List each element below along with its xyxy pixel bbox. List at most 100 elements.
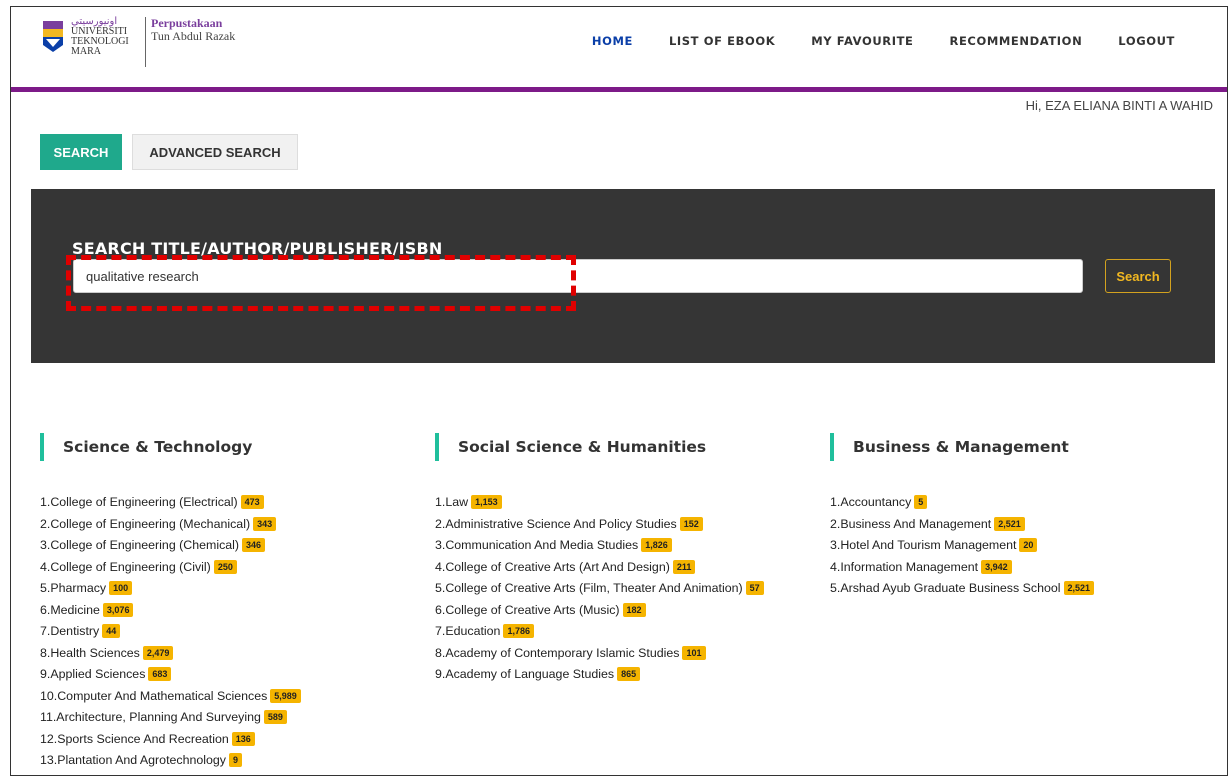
count-badge: 44 [102,624,121,638]
count-badge: 2,521 [1063,581,1095,595]
nav-logout[interactable]: LOGOUT [1118,34,1175,48]
item-label: 4.Information Management [830,559,979,574]
item-label: 12.Sports Science And Recreation [40,731,229,746]
search-label: SEARCH TITLE/AUTHOR/PUBLISHER/ISBN [72,239,443,258]
tab-search[interactable]: SEARCH [40,134,122,170]
list-item[interactable]: 1.Law 1,153 [435,492,820,514]
item-label: 1.Law [435,495,469,509]
category-business-management: Business & Management 1.Accountancy 5 2.B… [830,432,1215,600]
list-item[interactable]: 1.Accountancy 5 [830,492,1215,514]
list-item[interactable]: 8.Health Sciences 2,479 [40,643,425,665]
list-item[interactable]: 2.Business And Management 2,521 [830,514,1215,536]
count-badge: 5,989 [270,688,301,703]
list-item[interactable]: 3.Communication And Media Studies 1,826 [435,535,820,557]
category-science-technology: Science & Technology 1.College of Engine… [40,432,425,772]
list-item[interactable]: 9.Applied Sciences 683 [40,664,425,686]
item-label: 8.Academy of Contemporary Islamic Studie… [435,645,680,660]
list-item[interactable]: 9.Academy of Language Studies 865 [435,664,820,686]
list-item[interactable]: 3.Hotel And Tourism Management 20 [830,535,1215,557]
search-button[interactable]: Search [1105,259,1171,293]
item-label: 3.Hotel And Tourism Management [830,538,1017,552]
count-badge: 3,076 [102,602,134,617]
item-label: 6.Medicine [40,602,100,617]
tab-advanced-search[interactable]: ADVANCED SEARCH [132,134,298,170]
count-badge: 683 [148,667,172,681]
list-item[interactable]: 12.Sports Science And Recreation 136 [40,729,425,751]
count-badge: 211 [672,559,696,574]
item-label: 2.College of Engineering (Mechanical) [40,516,251,531]
count-badge: 182 [622,602,646,617]
count-badge: 1,786 [503,624,534,638]
list-item[interactable]: 2.College of Engineering (Mechanical) 343 [40,514,425,536]
list-item[interactable]: 4.Information Management 3,942 [830,557,1215,579]
nav-list-of-ebook[interactable]: LIST OF EBOOK [669,34,775,48]
category-header: Business & Management [830,432,1215,462]
count-badge: 101 [682,645,706,660]
list-item[interactable]: 13.Plantation And Agrotechnology 9 [40,750,425,772]
category-title: Business & Management [853,438,1069,456]
search-panel: SEARCH TITLE/AUTHOR/PUBLISHER/ISBN Searc… [31,189,1215,363]
list-item[interactable]: 4.College of Engineering (Civil) 250 [40,557,425,579]
count-badge: 589 [263,710,287,724]
category-list: 1.Accountancy 5 2.Business And Management… [830,492,1215,600]
list-item[interactable]: 1.College of Engineering (Electrical) 473 [40,492,425,514]
item-label: 5.Pharmacy [40,581,107,595]
logo-lib-line2: Tun Abdul Razak [151,29,236,43]
category-title: Social Science & Humanities [458,438,707,456]
category-social-science-humanities: Social Science & Humanities 1.Law 1,153 2… [435,432,820,686]
count-badge: 5 [914,495,928,509]
count-badge: 250 [213,559,237,574]
category-accent-bar [40,433,44,461]
list-item[interactable]: 10.Computer And Mathematical Sciences 5,9… [40,686,425,708]
item-label: 5.Arshad Ayub Graduate Business School [830,581,1061,595]
header-accent-bar [11,87,1227,92]
site-logo[interactable]: ﺍﻭﻧﻴﻮﺭﺳﻴﺘﻲ UNIVERSITI TEKNOLOGI MARA Per… [41,17,261,67]
list-item[interactable]: 6.College of Creative Arts (Music) 182 [435,600,820,622]
item-label: 8.Health Sciences [40,645,140,660]
count-badge: 9 [229,753,243,767]
count-badge: 865 [617,667,641,681]
item-label: 6.College of Creative Arts (Music) [435,602,620,617]
page-frame: ﺍﻭﻧﻴﻮﺭﺳﻴﺘﻲ UNIVERSITI TEKNOLOGI MARA Per… [10,6,1228,776]
category-title: Science & Technology [63,438,253,456]
item-label: 10.Computer And Mathematical Sciences [40,688,268,703]
list-item[interactable]: 5.Pharmacy 100 [40,578,425,600]
item-label: 4.College of Creative Arts (Art And Desi… [435,559,670,574]
item-label: 9.Applied Sciences [40,667,146,681]
count-badge: 346 [242,538,266,552]
list-item[interactable]: 5.College of Creative Arts (Film, Theate… [435,578,820,600]
count-badge: 2,521 [994,516,1025,531]
item-label: 2.Business And Management [830,516,992,531]
main-nav: HOME LIST OF EBOOK MY FAVOURITE RECOMMEN… [592,34,1175,48]
nav-home[interactable]: HOME [592,34,633,48]
list-item[interactable]: 7.Education 1,786 [435,621,820,643]
user-greeting: Hi, EZA ELIANA BINTI A WAHID [1025,98,1213,113]
item-label: 1.College of Engineering (Electrical) [40,495,238,509]
list-item[interactable]: 6.Medicine 3,076 [40,600,425,622]
count-badge: 3,942 [981,559,1012,574]
list-item[interactable]: 7.Dentistry 44 [40,621,425,643]
count-badge: 136 [231,731,255,746]
list-item[interactable]: 2.Administrative Science And Policy Stud… [435,514,820,536]
list-item[interactable]: 3.College of Engineering (Chemical) 346 [40,535,425,557]
nav-recommendation[interactable]: RECOMMENDATION [950,34,1083,48]
uitm-crest-icon [43,21,63,52]
count-badge: 152 [679,516,703,531]
list-item[interactable]: 11.Architecture, Planning And Surveying 5… [40,707,425,729]
search-input[interactable] [73,259,1083,293]
list-item[interactable]: 4.College of Creative Arts (Art And Desi… [435,557,820,579]
list-item[interactable]: 5.Arshad Ayub Graduate Business School 2,… [830,578,1215,600]
count-badge: 1,826 [641,538,672,552]
category-accent-bar [435,433,439,461]
logo-uni-line3: MARA [71,46,102,57]
list-item[interactable]: 8.Academy of Contemporary Islamic Studie… [435,643,820,665]
site-header: ﺍﻭﻧﻴﻮﺭﺳﻴﺘﻲ UNIVERSITI TEKNOLOGI MARA Per… [11,7,1227,87]
item-label: 3.Communication And Media Studies [435,538,639,552]
nav-my-favourite[interactable]: MY FAVOURITE [811,34,913,48]
category-accent-bar [830,433,834,461]
item-label: 7.Dentistry [40,624,100,638]
count-badge: 57 [745,581,764,595]
logo-divider [145,17,146,67]
item-label: 13.Plantation And Agrotechnology [40,753,227,767]
count-badge: 1,153 [471,495,502,509]
